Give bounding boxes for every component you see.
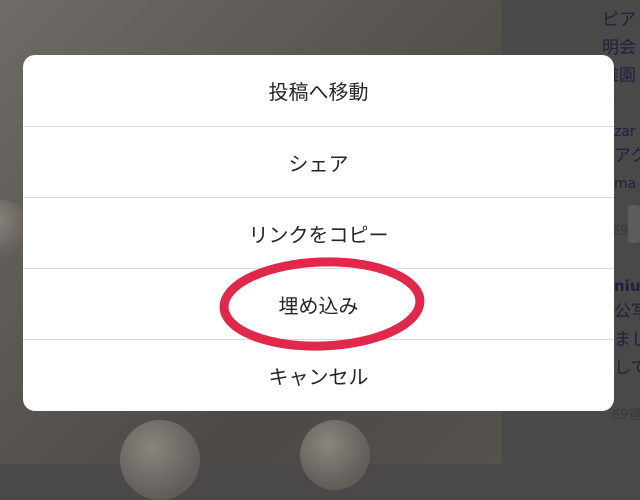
share-button[interactable]: シェア: [23, 127, 614, 198]
feed-text: 公写: [614, 302, 640, 322]
feed-text: して: [614, 358, 640, 378]
feed-text: ピア: [602, 10, 636, 30]
scrollbar-thumb[interactable]: [628, 205, 640, 243]
background-photo-object: [300, 420, 370, 490]
cancel-button[interactable]: キャンセル: [23, 340, 614, 411]
feed-timestamp: 69週: [612, 408, 640, 423]
feed-text: まし: [614, 330, 640, 350]
feed-text: ma: [614, 176, 637, 192]
embed-button[interactable]: 埋め込み: [23, 269, 614, 340]
feed-text: アク: [614, 146, 640, 166]
go-to-post-button[interactable]: 投稿へ移動: [23, 55, 614, 126]
feed-text: niu: [614, 277, 640, 295]
copy-link-button[interactable]: リンクをコピー: [23, 198, 614, 269]
post-options-sheet: 投稿へ移動 シェア リンクをコピー 埋め込み キャンセル: [23, 55, 614, 411]
feed-text: zar: [614, 124, 636, 140]
background-photo-object: [120, 420, 200, 500]
